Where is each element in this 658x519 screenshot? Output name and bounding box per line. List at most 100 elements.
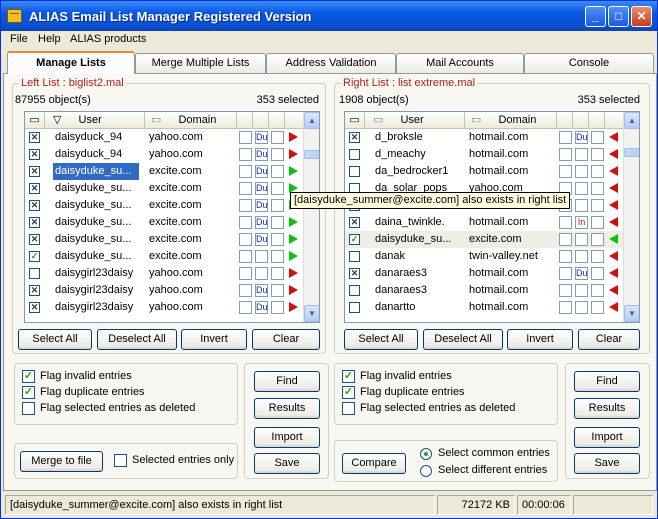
scroll-thumb[interactable] <box>304 150 319 159</box>
left-list-grid[interactable]: ▭ ▽ User ▭ Domain ✕ daisyduck_94 yahoo.com… <box>24 111 320 323</box>
arrow-right-icon[interactable] <box>289 251 298 261</box>
menu-file[interactable]: File <box>10 33 28 45</box>
left-header-inv-column[interactable] <box>269 112 285 129</box>
row-checkbox[interactable] <box>349 149 360 160</box>
arrow-right-icon[interactable] <box>289 166 298 176</box>
compare-button[interactable]: Compare <box>342 453 406 474</box>
checkbox[interactable] <box>114 454 127 467</box>
minimize-button[interactable]: _ <box>585 6 606 27</box>
table-row[interactable]: ✕ daisyduke_su... excite.com Du <box>25 180 304 197</box>
arrow-left-icon[interactable] <box>609 251 618 261</box>
row-checkbox[interactable]: ✕ <box>29 132 40 143</box>
tab-address-validation[interactable]: Address Validation <box>266 53 396 73</box>
left-import-button[interactable]: Import <box>254 427 320 448</box>
radio-button[interactable] <box>420 465 432 477</box>
table-row[interactable]: ✕ daisyduke_su... excite.com Du <box>25 214 304 231</box>
table-row[interactable]: ✕ daisygirl23daisy yahoo.com Du <box>25 299 304 316</box>
tab-manage-lists[interactable]: Manage Lists <box>7 51 135 74</box>
selected-entries-only-checkbox[interactable]: Selected entries only <box>114 454 236 469</box>
table-row[interactable]: ✕ daina_twinkle. hotmail.com In <box>345 214 624 231</box>
left-header-dup-column[interactable] <box>253 112 269 129</box>
left-flag-deleted[interactable]: Flag selected entries as deleted <box>22 402 232 417</box>
right-header-user-column[interactable]: ▭ User <box>365 112 465 129</box>
right-clear-button[interactable]: Clear <box>578 329 640 350</box>
row-checkbox[interactable]: ✕ <box>29 149 40 160</box>
row-checkbox[interactable]: ✓ <box>29 251 40 262</box>
radio-button[interactable] <box>420 448 432 460</box>
merge-to-file-button[interactable]: Merge to file <box>20 451 103 472</box>
arrow-left-icon[interactable] <box>609 217 618 227</box>
left-scrollbar[interactable]: ▲ ▼ <box>303 112 319 322</box>
left-header-domain-column[interactable]: ▭ Domain <box>145 112 237 129</box>
arrow-right-icon[interactable] <box>289 302 298 312</box>
checkbox[interactable] <box>342 402 355 415</box>
row-checkbox[interactable]: ✕ <box>29 234 40 245</box>
right-save-button[interactable]: Save <box>574 453 640 474</box>
table-row[interactable]: ✕ daisygirl23daisy yahoo.com Du <box>25 282 304 299</box>
tab-console[interactable]: Console <box>524 53 654 73</box>
arrow-left-icon[interactable] <box>609 268 618 278</box>
checkbox[interactable]: ✓ <box>342 386 355 399</box>
table-row[interactable]: daisygirl23daisy yahoo.com <box>25 265 304 282</box>
arrow-left-icon[interactable] <box>609 302 618 312</box>
right-flag-deleted[interactable]: Flag selected entries as deleted <box>342 402 552 417</box>
right-import-button[interactable]: Import <box>574 427 640 448</box>
left-find-button[interactable]: Find <box>254 371 320 392</box>
row-checkbox[interactable] <box>349 166 360 177</box>
row-checkbox[interactable]: ✕ <box>29 183 40 194</box>
table-row[interactable]: ✕ daisyduke_su... excite.com Du <box>25 197 304 214</box>
arrow-left-icon[interactable] <box>609 166 618 176</box>
select-common-entries-radio[interactable]: Select common entries <box>420 447 556 462</box>
table-row[interactable]: ✓ daisyduke_su... excite.com <box>25 248 304 265</box>
left-clear-button[interactable]: Clear <box>252 329 320 350</box>
arrow-left-icon[interactable] <box>609 149 618 159</box>
row-checkbox[interactable]: ✕ <box>29 200 40 211</box>
row-checkbox[interactable] <box>349 251 360 262</box>
checkbox[interactable] <box>22 402 35 415</box>
right-flag-invalid[interactable]: ✓ Flag invalid entries <box>342 370 552 385</box>
tab-merge-multiple-lists[interactable]: Merge Multiple Lists <box>135 53 266 73</box>
row-checkbox[interactable]: ✕ <box>29 285 40 296</box>
left-flag-duplicate[interactable]: ✓ Flag duplicate entries <box>22 386 232 401</box>
select-different-entries-radio[interactable]: Select different entries <box>420 464 556 479</box>
right-results-button[interactable]: Results <box>574 398 640 419</box>
arrow-left-icon[interactable] <box>609 285 618 295</box>
table-row[interactable]: danaraes3 hotmail.com <box>345 282 624 299</box>
menu-help[interactable]: Help <box>38 33 61 45</box>
right-select-all-button[interactable]: Select All <box>344 329 418 350</box>
scroll-thumb[interactable] <box>624 148 639 157</box>
left-save-button[interactable]: Save <box>254 453 320 474</box>
left-deselect-all-button[interactable]: Deselect All <box>97 329 177 350</box>
row-checkbox[interactable]: ✓ <box>349 234 360 245</box>
arrow-right-icon[interactable] <box>289 217 298 227</box>
checkbox[interactable]: ✓ <box>22 370 35 383</box>
arrow-left-icon[interactable] <box>609 132 618 142</box>
table-row[interactable]: ✕ daisyduke_su... excite.com Du <box>25 163 304 180</box>
row-checkbox[interactable]: ✕ <box>29 217 40 228</box>
right-find-button[interactable]: Find <box>574 371 640 392</box>
scroll-up-icon[interactable]: ▲ <box>304 112 319 129</box>
close-button[interactable]: ✕ <box>631 6 652 27</box>
right-flag-duplicate[interactable]: ✓ Flag duplicate entries <box>342 386 552 401</box>
table-row[interactable]: danartto hotmail.com <box>345 299 624 316</box>
table-row[interactable]: ✕ danaraes3 hotmail.com Du <box>345 265 624 282</box>
row-checkbox[interactable]: ✕ <box>29 166 40 177</box>
row-checkbox[interactable]: ✕ <box>349 217 360 228</box>
arrow-left-icon[interactable] <box>609 200 618 210</box>
menu-alias-products[interactable]: ALIAS products <box>70 33 146 45</box>
right-header-inv-column[interactable] <box>589 112 605 129</box>
arrow-right-icon[interactable] <box>289 234 298 244</box>
arrow-right-icon[interactable] <box>289 285 298 295</box>
row-checkbox[interactable] <box>349 285 360 296</box>
row-checkbox[interactable]: ✕ <box>349 268 360 279</box>
right-scrollbar[interactable]: ▲ ▼ <box>623 112 639 322</box>
right-header-dup-column[interactable] <box>573 112 589 129</box>
arrow-left-icon[interactable] <box>609 183 618 193</box>
right-header-flag-column[interactable] <box>557 112 573 129</box>
left-invert-button[interactable]: Invert <box>181 329 247 350</box>
right-deselect-all-button[interactable]: Deselect All <box>423 329 503 350</box>
scroll-down-icon[interactable]: ▼ <box>304 305 319 322</box>
left-select-all-button[interactable]: Select All <box>18 329 92 350</box>
arrow-right-icon[interactable] <box>289 132 298 142</box>
title-bar[interactable]: ALIAS Email List Manager Registered Vers… <box>1 1 657 31</box>
